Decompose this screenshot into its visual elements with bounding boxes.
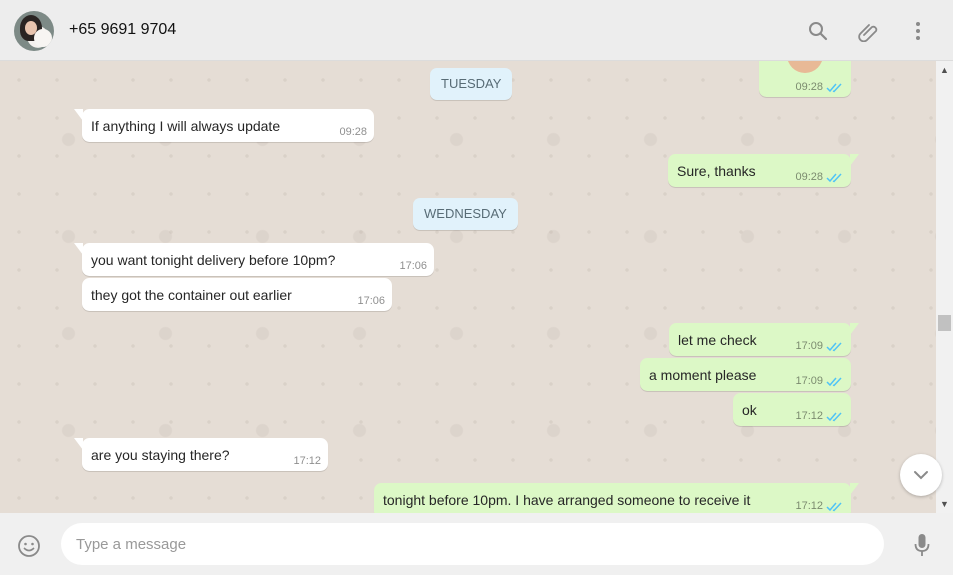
read-ticks-icon bbox=[826, 412, 842, 422]
avatar-dog bbox=[34, 29, 52, 47]
chat-header: +65 9691 9704 bbox=[0, 0, 953, 61]
attach-icon[interactable] bbox=[855, 18, 881, 44]
message-text: are you staying there? bbox=[91, 447, 230, 463]
read-ticks-icon bbox=[826, 173, 842, 183]
message-bubble[interactable]: a moment please 17:09 bbox=[640, 358, 851, 391]
message-time: 09:28 bbox=[795, 171, 823, 183]
message-time: 09:28 bbox=[339, 126, 367, 138]
message-time: 09:28 bbox=[795, 81, 823, 93]
menu-icon[interactable] bbox=[905, 18, 931, 44]
scroll-thumb[interactable] bbox=[938, 315, 951, 331]
scroll-down-arrow-icon[interactable]: ▼ bbox=[936, 497, 953, 511]
message-text: a moment please bbox=[649, 367, 757, 383]
message-text: tonight before 10pm. I have arranged som… bbox=[383, 492, 751, 508]
message-time: 17:12 bbox=[795, 500, 823, 512]
message-text: they got the container out earlier bbox=[91, 287, 292, 303]
message-bubble[interactable]: you want tonight delivery before 10pm? 1… bbox=[74, 243, 434, 276]
message-text: you want tonight delivery before 10pm? bbox=[91, 252, 336, 268]
message-text: If anything I will always update bbox=[91, 118, 281, 134]
message-composer bbox=[0, 513, 953, 575]
scroll-to-bottom-button[interactable] bbox=[900, 454, 942, 496]
message-bubble[interactable]: 09:28 bbox=[759, 61, 851, 97]
message-bubble[interactable]: ok 17:12 bbox=[733, 393, 851, 426]
chevron-down-icon bbox=[914, 471, 928, 480]
contact-avatar[interactable] bbox=[14, 11, 54, 51]
sticker-image bbox=[787, 61, 823, 73]
message-time: 17:12 bbox=[795, 410, 823, 422]
scroll-up-arrow-icon[interactable]: ▲ bbox=[936, 63, 953, 77]
date-separator: TUESDAY bbox=[430, 68, 513, 100]
microphone-icon[interactable] bbox=[909, 532, 935, 558]
message-time: 17:09 bbox=[795, 375, 823, 387]
message-bubble[interactable]: let me check 17:09 bbox=[669, 323, 859, 356]
chat-panel[interactable]: 09:28 TUESDAY If anything I will always … bbox=[0, 61, 936, 513]
message-bubble[interactable]: are you staying there? 17:12 bbox=[74, 438, 328, 471]
message-bubble[interactable]: If anything I will always update 09:28 bbox=[74, 109, 374, 142]
message-time: 17:06 bbox=[399, 260, 427, 272]
read-ticks-icon bbox=[826, 377, 842, 387]
message-text: Sure, thanks bbox=[677, 163, 756, 179]
search-icon[interactable] bbox=[805, 18, 831, 44]
read-ticks-icon bbox=[826, 83, 842, 93]
emoji-icon[interactable] bbox=[16, 533, 42, 559]
message-bubble[interactable]: they got the container out earlier 17:06 bbox=[82, 278, 392, 311]
chat-scrollbar[interactable]: ▲ ▼ bbox=[936, 61, 953, 513]
read-ticks-icon bbox=[826, 502, 842, 512]
message-time: 17:06 bbox=[357, 295, 385, 307]
message-input[interactable] bbox=[61, 523, 884, 565]
message-text: ok bbox=[742, 402, 757, 418]
message-bubble[interactable]: Sure, thanks 09:28 bbox=[668, 154, 859, 187]
message-text: let me check bbox=[678, 332, 757, 348]
message-bubble[interactable]: tonight before 10pm. I have arranged som… bbox=[374, 483, 859, 513]
read-ticks-icon bbox=[826, 342, 842, 352]
contact-name[interactable]: +65 9691 9704 bbox=[69, 21, 176, 39]
message-time: 17:12 bbox=[293, 455, 321, 467]
date-separator: WEDNESDAY bbox=[413, 198, 518, 230]
message-time: 17:09 bbox=[795, 340, 823, 352]
